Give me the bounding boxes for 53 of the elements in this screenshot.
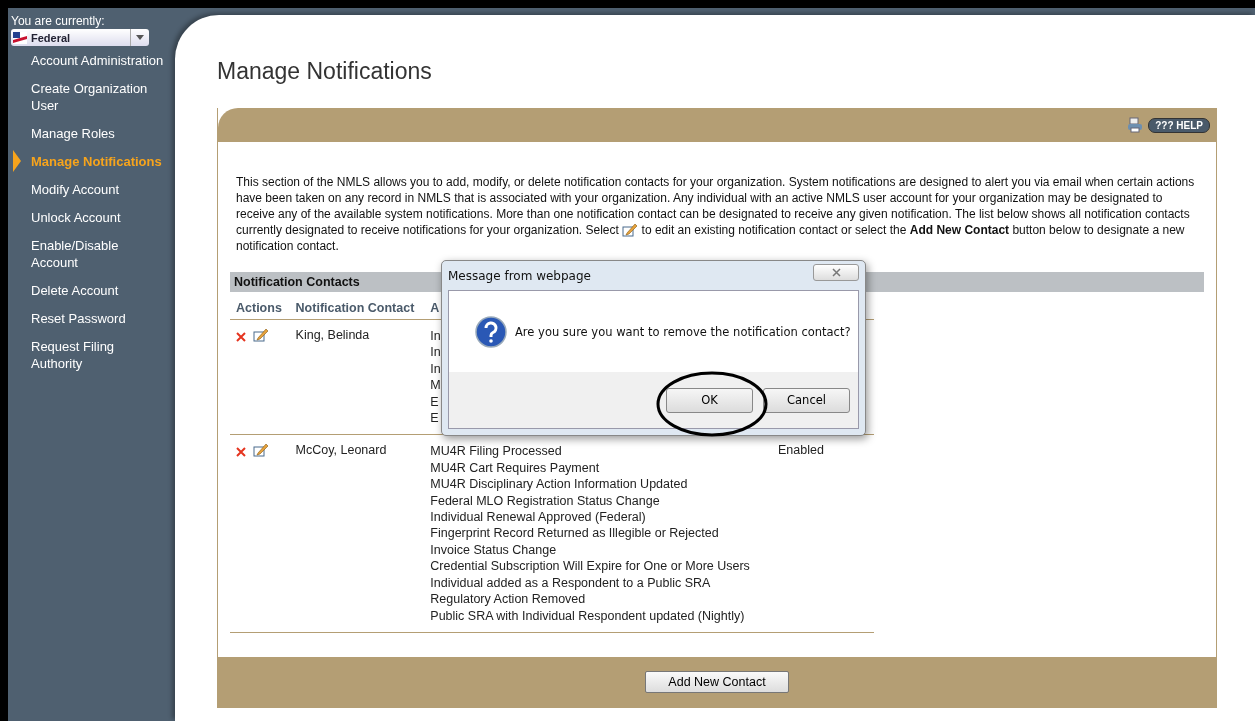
notification-type: MU4R Cart Requires Payment bbox=[430, 459, 600, 477]
column-header: Notification Contact bbox=[295, 301, 415, 315]
notification-type: Public SRA with Individual Respondent updated (Nightly) bbox=[430, 607, 745, 624]
notification-type: Fingerprint Record Returned as Illegible or Rejected bbox=[430, 525, 719, 542]
help-button[interactable]: ??? HELP bbox=[1148, 117, 1210, 133]
page-title: Manage Notifications bbox=[217, 58, 433, 85]
dialog-message: Are you sure you want to remove the notification contact? bbox=[515, 324, 851, 339]
notification-type: M bbox=[430, 377, 441, 394]
caret-icon bbox=[136, 35, 144, 40]
sidebar-item[interactable]: Request Filing Authority bbox=[31, 338, 165, 372]
cancel-button[interactable]: Cancel bbox=[763, 387, 850, 413]
notification-type: Credential Subscription Will Expire for One or More Users bbox=[430, 558, 750, 575]
table-cell: King, Belinda bbox=[295, 328, 370, 342]
notification-type: MU4R Filing Processed bbox=[430, 443, 562, 460]
close-icon bbox=[831, 268, 841, 277]
table-cell: McCoy, Leonard bbox=[295, 443, 387, 458]
sidebar-item[interactable]: Create Organization User bbox=[31, 80, 165, 114]
notification-type: Individual added as a Respondent to a Public SRA bbox=[430, 574, 711, 592]
sidebar-item[interactable]: Account Administration bbox=[31, 52, 165, 69]
flag-icon bbox=[13, 31, 27, 44]
sidebar-item[interactable]: Enable/Disable Account bbox=[31, 237, 165, 271]
sidebar-item[interactable]: Delete Account bbox=[31, 282, 165, 299]
sidebar-item[interactable]: Unlock Account bbox=[31, 209, 165, 226]
edit-icon[interactable] bbox=[253, 328, 270, 342]
column-header: A bbox=[430, 301, 440, 315]
ok-button[interactable]: OK bbox=[666, 387, 753, 413]
question-icon bbox=[475, 315, 507, 348]
delete-icon[interactable] bbox=[236, 332, 246, 342]
sidebar-item[interactable]: Reset Password bbox=[31, 310, 165, 327]
notification-type: Invoice Status Change bbox=[430, 541, 557, 559]
jurisdiction-label: You are currently: bbox=[11, 14, 106, 28]
sidebar-item[interactable]: Manage Roles bbox=[31, 125, 165, 142]
sidebar-item[interactable]: Modify Account bbox=[31, 181, 165, 198]
notification-type: E bbox=[430, 410, 439, 427]
notification-type: E bbox=[430, 393, 439, 411]
notification-type: MU4R Disciplinary Action Information Updated bbox=[430, 476, 688, 493]
notification-type: In bbox=[430, 328, 441, 345]
arrow-icon bbox=[13, 150, 21, 172]
column-header: Actions bbox=[236, 301, 282, 315]
add-contact-button[interactable]: Add New Contact bbox=[645, 670, 789, 693]
edit-icon bbox=[622, 223, 639, 237]
notification-type: In bbox=[430, 344, 441, 361]
jurisdiction-dropdown[interactable]: Federal bbox=[11, 29, 149, 46]
notification-type: In bbox=[430, 360, 441, 378]
printer-icon[interactable] bbox=[1127, 117, 1144, 133]
edit-icon[interactable] bbox=[253, 443, 270, 458]
notification-type: Individual Renewal Approved (Federal) bbox=[430, 509, 646, 526]
close-button[interactable] bbox=[813, 264, 859, 281]
notification-type: Regulatory Action Removed bbox=[430, 591, 586, 608]
delete-icon[interactable] bbox=[236, 447, 246, 458]
status-text: Enabled bbox=[778, 443, 824, 458]
notification-type: Federal MLO Registration Status Change bbox=[430, 492, 660, 510]
description-text: This section of the NMLS allows you to add, modify, or delete notification contacts for your organization. System notifications are designed to alert you via email when certain actions have been taken on any record in NMLS that is associated with your organization. Any individual with an active NMLS user account for your organization may be designated to receive any of the available system notifications. More than one notification contact can be designated to receive any given notification. The list below shows all notification contacts currently designated to receive notifications for your organization. Select to edit an existing notification contact or select the Add New Contact button below to designate a new notification contact. bbox=[236, 174, 1196, 254]
